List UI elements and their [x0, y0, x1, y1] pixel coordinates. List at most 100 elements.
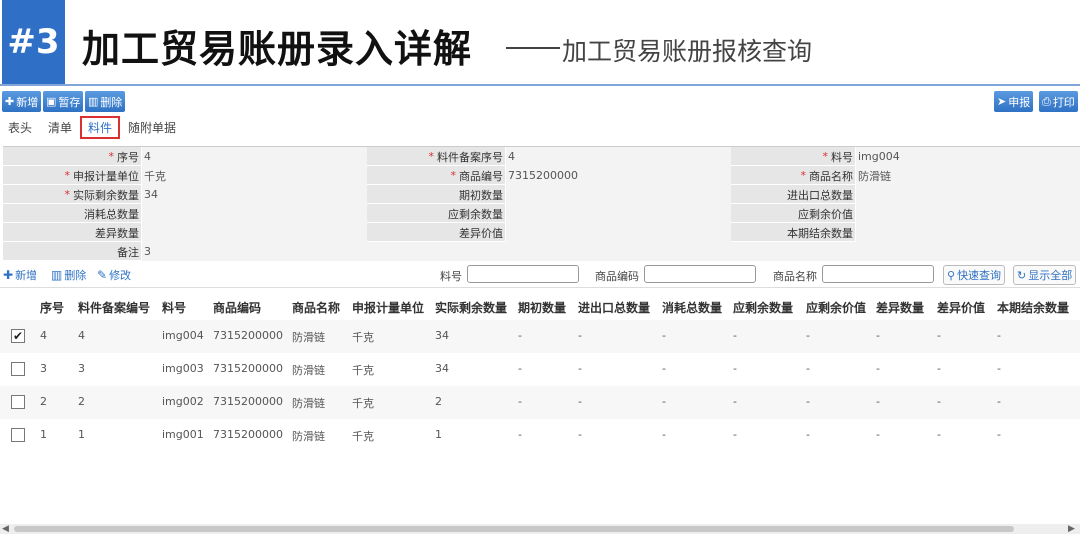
- column-header[interactable]: 实际剩余数量: [435, 299, 507, 316]
- column-header[interactable]: 应剩余价值: [806, 299, 866, 316]
- row-checkbox[interactable]: [11, 395, 25, 409]
- should-remain-field[interactable]: [505, 204, 731, 223]
- column-header[interactable]: 本期结余数量: [997, 299, 1069, 316]
- plus-icon: ✚: [5, 95, 15, 108]
- new-button[interactable]: ✚ 新增: [2, 91, 42, 112]
- delete-button[interactable]: ▥ 删除: [85, 91, 126, 112]
- table-cell: 34: [435, 329, 449, 342]
- remark-field[interactable]: 3: [141, 242, 1080, 261]
- diff-qty-label: 差异数量: [95, 226, 139, 240]
- table-cell: -: [937, 362, 941, 375]
- section-badge: #3: [2, 0, 65, 84]
- table-cell: -: [518, 329, 522, 342]
- import-export-label: 进出口总数量: [787, 188, 853, 202]
- column-header[interactable]: 进出口总数量: [578, 299, 650, 316]
- column-header[interactable]: 期初数量: [518, 299, 566, 316]
- table-cell: img003: [162, 362, 204, 375]
- search-item-no-input[interactable]: [467, 265, 579, 283]
- scroll-right-icon[interactable]: ▶: [1068, 524, 1075, 534]
- scroll-left-icon[interactable]: ◀: [2, 524, 9, 534]
- table-cell: img002: [162, 395, 204, 408]
- column-header[interactable]: 料号: [162, 299, 186, 316]
- column-header[interactable]: 序号: [40, 299, 64, 316]
- column-header[interactable]: 差异价值: [937, 299, 985, 316]
- table-cell: 千克: [352, 331, 374, 344]
- actual-remain-field[interactable]: 34: [141, 185, 367, 204]
- search-goods-name-input[interactable]: [822, 265, 934, 283]
- list-toolbar: ✚ 新增 ▥ 删除 ✎ 修改 料号 商品编码 商品名称 ⚲ 快速查询 ↻ 显示全…: [0, 264, 1080, 288]
- row-checkbox[interactable]: [11, 362, 25, 376]
- list-edit-button[interactable]: ✎ 修改: [97, 267, 131, 283]
- table-row[interactable]: 3 3 img003 7315200000 防滑链 千克 34 - - - - - - - -: [0, 353, 1080, 386]
- should-remain-label: 应剩余数量: [448, 207, 503, 221]
- print-button[interactable]: ⎙ 打印: [1039, 91, 1078, 112]
- actual-remain-label: * 实际剩余数量: [64, 188, 140, 202]
- table-cell: -: [733, 395, 737, 408]
- table-cell: -: [876, 362, 880, 375]
- quick-query-button[interactable]: ⚲ 快速查询: [943, 265, 1006, 285]
- row-checkbox[interactable]: ✔: [11, 329, 25, 343]
- should-remain-value-field[interactable]: [855, 204, 1080, 223]
- table-cell: -: [937, 428, 941, 441]
- tab-header[interactable]: 表头: [8, 119, 32, 136]
- slide-title: 加工贸易账册录入详解: [82, 27, 473, 71]
- import-export-field[interactable]: [855, 185, 1080, 204]
- table-cell: -: [997, 329, 1001, 342]
- column-header[interactable]: 商品名称: [292, 299, 340, 316]
- goods-name-field[interactable]: 防滑链: [855, 166, 1080, 185]
- item-no-label: * 料号: [822, 150, 854, 164]
- table-cell: 防滑链: [292, 364, 325, 377]
- column-header[interactable]: 消耗总数量: [662, 299, 722, 316]
- diff-qty-field[interactable]: [141, 223, 367, 242]
- consumed-field[interactable]: [141, 204, 367, 223]
- goods-code-field[interactable]: 7315200000: [505, 166, 731, 185]
- table-row[interactable]: ✔ 4 4 img004 7315200000 防滑链 千克 34 - - - - - - - -: [0, 320, 1080, 353]
- tab-attachments[interactable]: 随附单据: [128, 119, 176, 136]
- table-cell: -: [997, 395, 1001, 408]
- list-delete-button[interactable]: ▥ 删除: [51, 267, 86, 283]
- unit-field[interactable]: 千克: [141, 166, 367, 185]
- save-draft-button[interactable]: ▣ 暂存: [43, 91, 84, 112]
- horizontal-scrollbar[interactable]: ◀ ▶: [0, 524, 1080, 534]
- column-header[interactable]: 差异数量: [876, 299, 924, 316]
- table-cell: 2: [40, 395, 47, 408]
- material-form: * 序号 4 * 料件备案序号 4 * 料号 img004 * 申报计量单位 千克 * 商…: [3, 146, 1080, 261]
- table-cell: 千克: [352, 364, 374, 377]
- search-goods-code-input[interactable]: [644, 265, 756, 283]
- initial-qty-field[interactable]: [505, 185, 731, 204]
- period-end-field[interactable]: [855, 223, 1080, 242]
- tab-list[interactable]: 清单: [48, 119, 72, 136]
- declare-button[interactable]: ➤ 申报: [994, 91, 1034, 112]
- column-header[interactable]: 商品编码: [213, 299, 261, 316]
- record-seq-field[interactable]: 4: [505, 147, 731, 166]
- table-header: 序号 料件备案编号 料号 商品编码 商品名称 申报计量单位 实际剩余数量 期初数量 进出口总数量…: [0, 294, 1080, 320]
- diff-value-field[interactable]: [505, 223, 731, 242]
- plus-icon: ✚: [3, 268, 14, 282]
- column-header[interactable]: 申报计量单位: [352, 299, 424, 316]
- table-cell: -: [997, 428, 1001, 441]
- search-item-no-label: 料号: [440, 270, 462, 283]
- table-cell: -: [733, 428, 737, 441]
- column-header[interactable]: 应剩余数量: [733, 299, 793, 316]
- table-cell: -: [876, 395, 880, 408]
- tab-materials[interactable]: 料件: [80, 116, 121, 139]
- trash-icon: ▥: [51, 268, 63, 282]
- table-cell: -: [806, 395, 810, 408]
- consumed-label: 消耗总数量: [84, 207, 139, 221]
- trash-icon: ▥: [88, 95, 99, 108]
- column-header[interactable]: 料件备案编号: [78, 299, 150, 316]
- seq-label: * 序号: [108, 150, 140, 164]
- table-cell: -: [806, 362, 810, 375]
- row-checkbox[interactable]: [11, 428, 25, 442]
- seq-field[interactable]: 4: [141, 147, 367, 166]
- list-new-button[interactable]: ✚ 新增: [3, 267, 37, 283]
- table-cell: -: [578, 395, 582, 408]
- table-cell: -: [662, 362, 666, 375]
- table-row[interactable]: 1 1 img001 7315200000 防滑链 千克 1 - - - - - - - -: [0, 419, 1080, 452]
- scrollbar-thumb[interactable]: [14, 526, 1014, 532]
- item-no-field[interactable]: img004: [855, 147, 1080, 166]
- table-row[interactable]: 2 2 img002 7315200000 防滑链 千克 2 - - - - - - - -: [0, 386, 1080, 419]
- table-cell: 4: [78, 329, 85, 342]
- show-all-button[interactable]: ↻ 显示全部: [1013, 265, 1077, 285]
- table-cell: 千克: [352, 397, 374, 410]
